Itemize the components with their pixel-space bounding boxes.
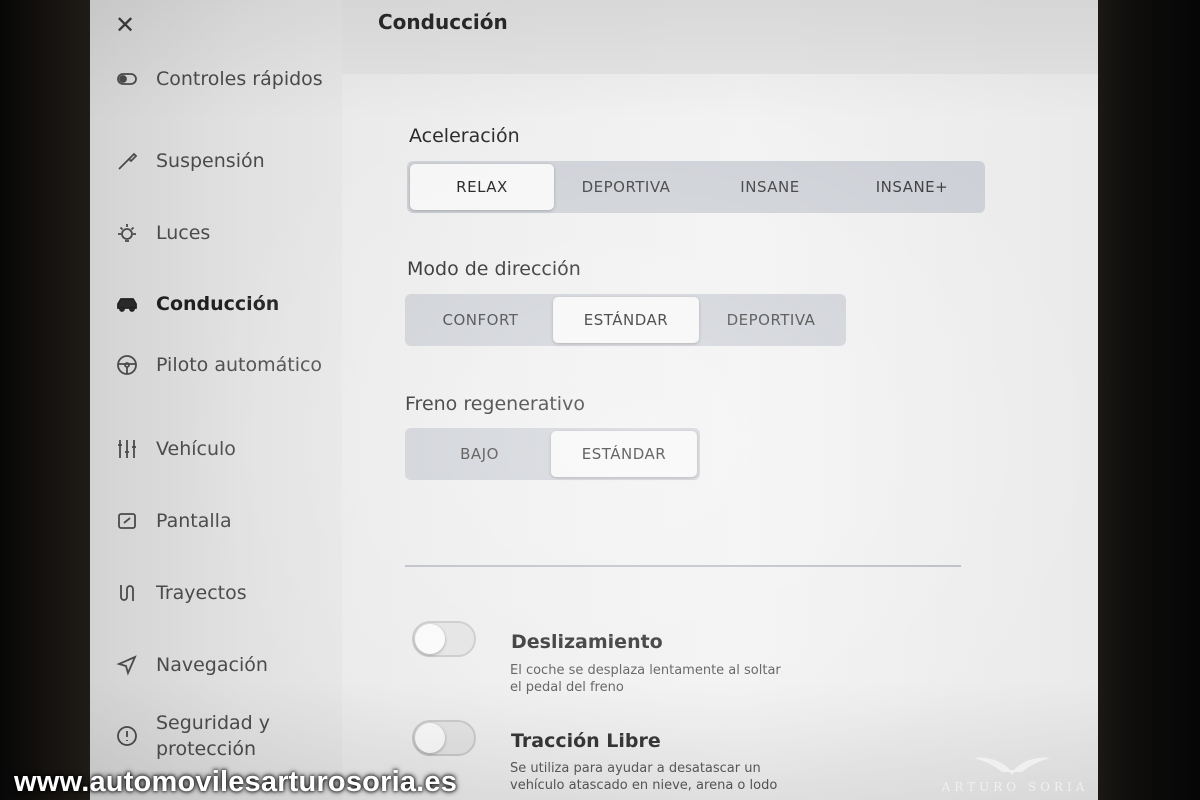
screen-bezel-left [0,0,90,800]
sidebar-item-navigation[interactable]: Navegación [114,652,268,678]
steering-mode-label: Modo de dirección [407,258,581,280]
sidebar-item-driving[interactable]: Conducción [114,291,279,317]
steering-option-estandar[interactable]: ESTÁNDAR [553,297,699,343]
sidebar-item-label: Seguridad y protección [156,712,270,760]
brand-name: ARTURO SORIA [941,780,1089,794]
acceleration-option-relax[interactable]: RELAX [410,164,554,210]
steering-option-confort[interactable]: CONFORT [408,297,553,343]
sidebar-item-autopilot[interactable]: Piloto automático [114,352,322,378]
display-icon [114,508,140,534]
info-icon [114,723,140,749]
navigation-icon [114,652,140,678]
sidebar-item-label: Pantalla [156,510,232,532]
toggle-icon [114,66,140,92]
sidebar-item-trips[interactable]: Trayectos [114,580,247,606]
steering-mode-selector: CONFORT ESTÁNDAR DEPORTIVA [405,294,846,346]
car-icon [114,291,140,317]
sidebar-item-quick-controls[interactable]: Controles rápidos [114,66,323,92]
acceleration-option-insane[interactable]: INSANE [698,164,842,210]
steering-option-deportiva[interactable]: DEPORTIVA [699,297,843,343]
acceleration-option-insane-plus[interactable]: INSANE+ [842,164,982,210]
creep-description: El coche se desplaza lentamente al solta… [510,662,820,696]
sidebar-item-label: Controles rápidos [156,68,323,90]
sidebar-item-display[interactable]: Pantalla [114,508,232,534]
sidebar-item-label: Luces [156,222,211,244]
regen-option-estandar[interactable]: ESTÁNDAR [551,431,697,477]
creep-toggle[interactable] [412,621,476,657]
watermark-url: www.automovilesarturosoria.es [14,766,458,798]
sidebar-item-suspension[interactable]: Suspensión [114,148,265,174]
wings-icon [974,757,1050,775]
creep-desc-line1: El coche se desplaza lentamente al solta… [510,663,781,678]
page-title: Conducción [378,10,508,34]
sidebar-item-label: Piloto automático [156,354,323,376]
toggle-knob [415,624,445,654]
sidebar-item-vehicle[interactable]: Vehículo [114,436,236,462]
trips-icon [114,580,140,606]
light-icon [114,220,140,246]
slip-start-toggle[interactable] [412,720,476,756]
settings-sidebar: ✕ Controles rápidos Suspensión Luces Con… [90,0,342,800]
regen-brake-label: Freno regenerativo [405,393,585,415]
sidebar-item-label: Navegación [156,654,268,676]
acceleration-label: Aceleración [409,125,520,147]
brand-logo: ARTURO SORIA [920,752,1110,798]
sidebar-item-safety[interactable]: Seguridad y protección [114,710,326,762]
touchscreen: ✕ Controles rápidos Suspensión Luces Con… [90,0,1098,800]
regen-brake-selector: BAJO ESTÁNDAR [405,428,700,480]
creep-title: Deslizamiento [511,631,663,653]
slip-start-description: Se utiliza para ayudar a desatascar un v… [510,760,820,794]
regen-option-bajo[interactable]: BAJO [408,431,551,477]
sidebar-item-label: Conducción [156,293,280,315]
steering-wheel-icon [114,352,140,378]
section-divider [405,565,961,567]
slip-desc-line1: Se utiliza para ayudar a desatascar un [510,761,761,776]
sidebar-item-lights[interactable]: Luces [114,220,210,246]
creep-desc-line2: el pedal del freno [510,680,624,695]
toggle-knob [415,723,445,753]
screen-bezel-right [1098,0,1200,800]
sidebar-item-label: Vehículo [156,438,236,460]
slip-desc-line2: vehículo atascado en nieve, arena o lodo [510,778,778,793]
page-header: Conducción [342,0,1098,74]
acceleration-selector: RELAX DEPORTIVA INSANE INSANE+ [407,161,985,213]
slip-start-title: Tracción Libre [511,730,661,752]
acceleration-option-deportiva[interactable]: DEPORTIVA [554,164,698,210]
sliders-icon [114,436,140,462]
sidebar-item-label: Trayectos [156,582,247,604]
wrench-icon [114,148,140,174]
sidebar-item-label: Suspensión [156,150,265,172]
close-icon[interactable]: ✕ [112,11,138,39]
